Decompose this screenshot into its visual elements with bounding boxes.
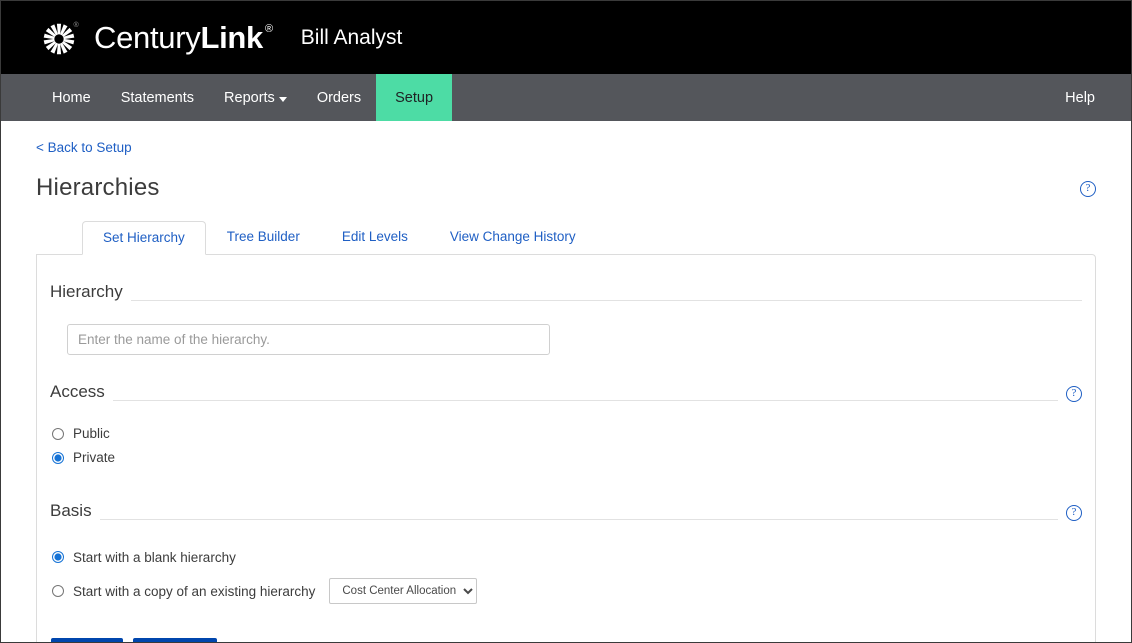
access-option-label[interactable]: Public [73, 426, 110, 441]
help-circle-icon[interactable]: ? [1066, 386, 1082, 402]
nav-item-help[interactable]: Help [1065, 90, 1095, 106]
section-divider [99, 519, 1058, 520]
nav-item-orders[interactable]: Orders [302, 74, 376, 121]
access-section-header: Access ? [50, 355, 1082, 406]
basis-option-blank[interactable]: Start with a blank hierarchy [50, 544, 1082, 570]
access-option-private[interactable]: Private [50, 446, 1082, 469]
cancel-button[interactable]: Cancel [132, 638, 217, 642]
nav-item-reports[interactable]: Reports [209, 74, 302, 121]
nav-item-label: Orders [316, 89, 362, 106]
nav-right-group: Help [1065, 74, 1131, 121]
tab-edit-levels[interactable]: Edit Levels [321, 220, 429, 254]
access-option-public[interactable]: Public [50, 422, 1082, 445]
page-title-row: Hierarchies ? [36, 174, 1096, 202]
app-window: ® Century Link ® Bill Analyst Home Stateme… [0, 0, 1132, 643]
access-section-title: Access [50, 382, 105, 401]
nav-item-label: Help [1065, 89, 1095, 106]
brand-wordmark: Century Link ® [94, 22, 273, 53]
basis-radio-group: Start with a blank hierarchy Start with … [50, 544, 1082, 604]
basis-option-copy[interactable]: Start with a copy of an existing hierarc… [50, 578, 1082, 604]
breadcrumb-back-to-setup[interactable]: < Back to Setup [36, 121, 132, 155]
form-actions: Save Cancel [51, 638, 1082, 642]
registered-mark: ® [264, 23, 273, 35]
basis-blank-radio[interactable] [52, 551, 64, 563]
tab-label: Edit Levels [341, 229, 408, 244]
tab-tree-builder[interactable]: Tree Builder [206, 220, 321, 254]
tab-label: Tree Builder [226, 229, 300, 244]
chevron-down-icon [278, 97, 287, 102]
hierarchy-name-input[interactable] [67, 324, 550, 355]
help-circle-icon[interactable]: ? [1080, 181, 1096, 197]
help-circle-icon[interactable]: ? [1066, 505, 1082, 521]
basis-section-title: Basis [50, 501, 92, 520]
hierarchy-section-title: Hierarchy [50, 282, 123, 301]
existing-hierarchy-select[interactable]: Cost Center Allocation [329, 578, 478, 604]
save-button[interactable]: Save [51, 638, 123, 642]
basis-copy-radio[interactable] [52, 585, 64, 597]
access-private-radio[interactable] [52, 451, 64, 464]
app-title: Bill Analyst [300, 25, 403, 49]
brand-name-century: Century [94, 20, 201, 55]
page-title: Hierarchies [36, 174, 160, 201]
brand-header: ® Century Link ® Bill Analyst [1, 1, 1131, 74]
section-divider [112, 400, 1058, 401]
nav-item-label: Home [52, 89, 91, 106]
nav-item-label: Statements [120, 89, 195, 106]
set-hierarchy-panel: Hierarchy Access ? Public Private [36, 254, 1096, 642]
access-option-label[interactable]: Private [73, 450, 115, 465]
tab-label: View Change History [449, 229, 576, 244]
basis-section-header: Basis ? [50, 469, 1082, 525]
tab-label: Set Hierarchy [103, 230, 185, 245]
nav-item-home[interactable]: Home [37, 74, 106, 121]
nav-item-label: Reports [224, 89, 275, 106]
brand-name-link: Link [200, 20, 263, 55]
tab-set-hierarchy[interactable]: Set Hierarchy [82, 221, 206, 255]
page-content: < Back to Setup Hierarchies ? Set Hierar… [1, 121, 1131, 642]
centurylink-starburst-icon: ® [37, 15, 83, 61]
section-divider [130, 300, 1082, 301]
tab-bar: Set Hierarchy Tree Builder Edit Levels V… [36, 220, 1096, 255]
hierarchy-section-header: Hierarchy [50, 255, 1082, 306]
svg-text:®: ® [74, 21, 80, 29]
basis-option-label[interactable]: Start with a copy of an existing hierarc… [73, 584, 315, 599]
nav-item-label: Setup [395, 89, 434, 106]
tab-view-change-history[interactable]: View Change History [429, 220, 597, 254]
nav-item-setup[interactable]: Setup [376, 74, 453, 121]
access-public-radio[interactable] [52, 427, 64, 440]
main-navigation: Home Statements Reports Orders Setup Hel… [1, 74, 1131, 121]
nav-item-statements[interactable]: Statements [106, 74, 209, 121]
access-radio-group: Public Private [50, 422, 1082, 469]
basis-option-label[interactable]: Start with a blank hierarchy [73, 550, 236, 565]
